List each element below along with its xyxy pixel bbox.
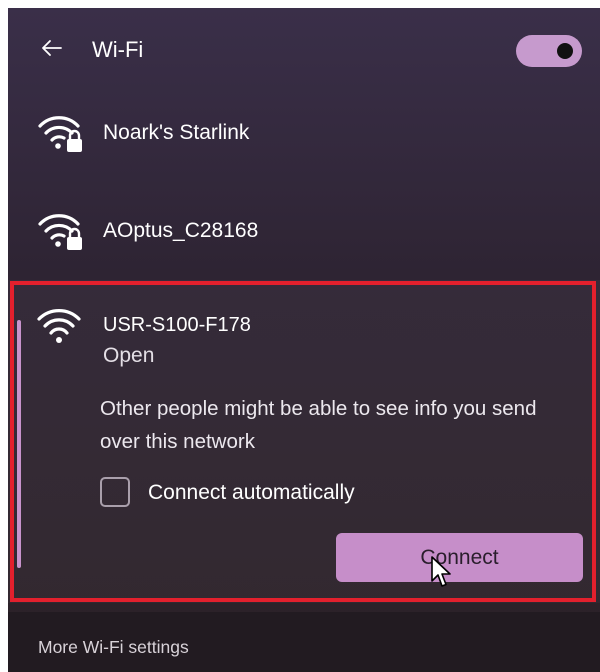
security-warning: Other people might be able to see info y… <box>100 397 537 453</box>
wifi-locked-icon <box>38 116 82 152</box>
selection-indicator <box>17 320 21 568</box>
more-wifi-settings-link[interactable]: More Wi-Fi settings <box>38 636 189 658</box>
wifi-locked-icon <box>38 214 82 250</box>
wifi-quick-settings-panel: Wi-Fi Noark's Starlink AOptus_C28168 USR… <box>8 8 600 672</box>
network-item[interactable]: AOptus_C28168 <box>8 206 600 286</box>
back-button[interactable] <box>38 35 64 61</box>
network-name: AOptus_C28168 <box>103 219 259 242</box>
network-status: Open <box>103 344 155 367</box>
expanded-network: USR-S100-F178 Open Other people might be… <box>8 280 600 603</box>
wifi-toggle[interactable] <box>516 35 582 67</box>
page-title: Wi-Fi <box>92 37 144 62</box>
checkbox-label[interactable]: Connect automatically <box>148 481 355 505</box>
header: Wi-Fi <box>8 8 600 96</box>
mouse-pointer-icon <box>431 556 451 587</box>
connect-automatically-checkbox[interactable] <box>100 477 130 507</box>
connect-button[interactable]: Connect <box>336 533 583 582</box>
network-item[interactable]: Noark's Starlink <box>8 108 600 188</box>
network-name: USR-S100-F178 <box>103 314 251 336</box>
toggle-knob <box>557 43 573 59</box>
wifi-icon <box>37 309 81 343</box>
footer: More Wi-Fi settings <box>8 612 600 672</box>
back-arrow-icon <box>42 40 62 56</box>
network-name: Noark's Starlink <box>103 121 250 144</box>
